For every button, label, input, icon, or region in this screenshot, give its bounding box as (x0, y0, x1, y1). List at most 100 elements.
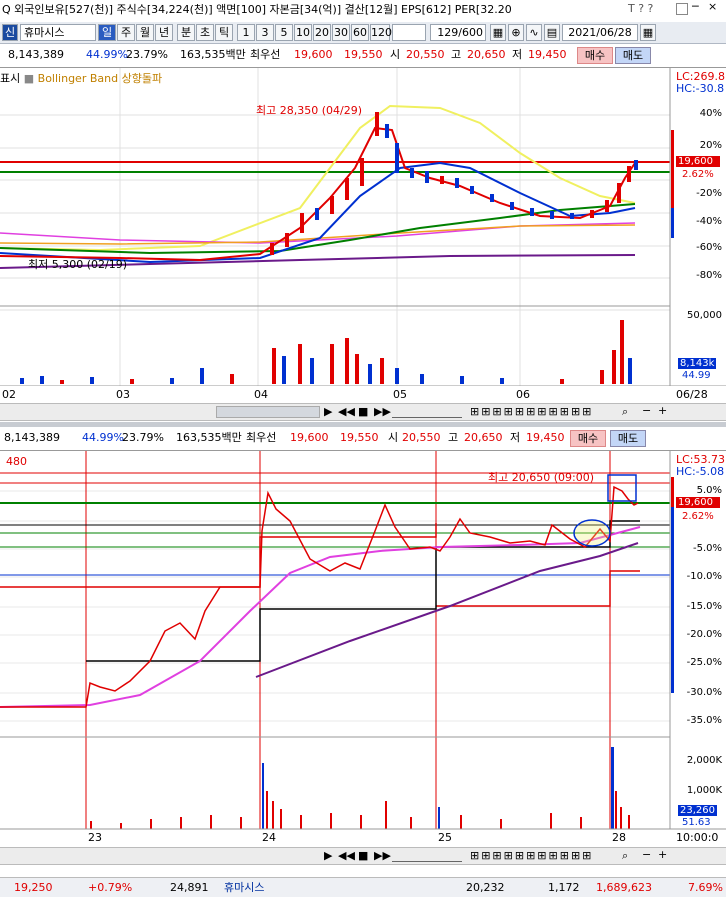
highlight-circle (573, 519, 611, 547)
interval-1[interactable]: 1 (237, 24, 255, 41)
stop-icon[interactable]: ■ (358, 405, 368, 418)
x-tick: 24 (262, 831, 276, 844)
chart-toolbar: 신 휴마시스 일 주 월 년 분 초 틱 1 3 5 10 20 30 60 1… (0, 22, 726, 44)
rewind-icon[interactable]: ◀◀ (338, 849, 355, 862)
low-label: 저 (510, 431, 521, 444)
best-bid: 19,550 (344, 48, 383, 61)
max-price-label: 최고 20,650 (09:00) (488, 471, 595, 484)
x-tick: 06 (516, 388, 530, 401)
rate1: 44.99% (82, 431, 124, 444)
minimize-icon[interactable]: ─ (692, 0, 699, 13)
count-input[interactable]: 129/600 (430, 24, 486, 41)
interval-20[interactable]: 20 (313, 24, 331, 41)
interval-10[interactable]: 10 (294, 24, 312, 41)
play-icon[interactable]: ▶ (324, 405, 332, 418)
search-icon[interactable]: ⌕ (622, 849, 628, 863)
period-month[interactable]: 월 (136, 24, 154, 41)
panel-separator[interactable] (0, 422, 726, 427)
min-price-label: 최저 5,300 (02/19) (28, 258, 128, 271)
top-value-label: 480 (6, 455, 27, 468)
period-day[interactable]: 일 (98, 24, 116, 41)
stock-info-line: Q 외국인보유[527(천)] 주식수[34,224(천)] 액면[100] 자… (0, 0, 726, 20)
y-tick: -10.0% (686, 571, 722, 582)
zoom-slider[interactable] (392, 406, 462, 418)
rate2: 23.79% (122, 431, 164, 444)
volume-pct: 44.99 (682, 370, 711, 381)
play-icon[interactable]: ▶ (324, 849, 332, 862)
interval-30[interactable]: 30 (332, 24, 350, 41)
stock-name-input[interactable]: 휴마시스 (20, 24, 96, 41)
search-icon[interactable]: ⌕ (622, 405, 628, 419)
volume: 8,143,389 (8, 48, 64, 61)
date-input[interactable]: 2021/06/28 (562, 24, 638, 41)
count-value: 129 (437, 26, 459, 39)
forward-icon[interactable]: ▶▶ (374, 849, 391, 862)
session-lines (85, 451, 611, 829)
window-controls: T ? ? ─ × (628, 0, 726, 18)
interval-5[interactable]: 5 (275, 24, 293, 41)
calendar-icon[interactable]: ▦ (640, 24, 656, 41)
rewind-icon[interactable]: ◀◀ (338, 405, 355, 418)
row-volume: 24,891 (170, 881, 209, 894)
period-year[interactable]: 년 (155, 24, 173, 41)
row-price: 19,250 (14, 881, 53, 894)
y-tick: 20% (699, 140, 722, 151)
vol-tick: 2,000K (686, 755, 722, 766)
highlight-box (607, 474, 637, 502)
rate1: 44.99% (86, 48, 128, 61)
period-tick[interactable]: 틱 (215, 24, 233, 41)
zoom-out-icon[interactable]: − (642, 848, 651, 861)
chart-settings-icon[interactable]: ▦ (490, 24, 506, 41)
amount: 163,535백만 (176, 431, 242, 444)
sell-button[interactable]: 매도 (610, 430, 646, 447)
help-icon[interactable]: T ? ? (628, 2, 653, 15)
top-scrollbar[interactable] (216, 406, 320, 418)
buy-button[interactable]: 매수 (577, 47, 613, 64)
mode-indicator[interactable]: 신 (2, 24, 18, 41)
interval-120[interactable]: 120 (370, 24, 392, 41)
interval-3[interactable]: 3 (256, 24, 274, 41)
stop-icon[interactable]: ■ (358, 849, 368, 862)
save-icon[interactable]: ▤ (544, 24, 560, 41)
zoom-in-icon[interactable]: + (658, 848, 667, 861)
period-week[interactable]: 주 (117, 24, 135, 41)
stock-list-row[interactable]: 19,250 +0.79% 24,891 휴마시스 20,232 1,172 1… (0, 877, 726, 897)
current-pct: 2.62% (682, 511, 714, 522)
chart-tools-icon[interactable]: ⊞⊞⊞⊞⊞⊞⊞⊞⊞⊞⊞ (470, 849, 593, 862)
buy-button[interactable]: 매수 (570, 430, 606, 447)
zoom-out-icon[interactable]: − (642, 404, 651, 417)
interval-60[interactable]: 60 (351, 24, 369, 41)
zoom-in-icon[interactable]: + (658, 404, 667, 417)
period-minute[interactable]: 분 (177, 24, 195, 41)
chart-tools-icon[interactable]: ⊞⊞⊞⊞⊞⊞⊞⊞⊞⊞⊞ (470, 405, 593, 418)
open-value: 20,550 (402, 431, 441, 444)
best-bid: 19,550 (340, 431, 379, 444)
sell-button[interactable]: 매도 (615, 47, 651, 64)
count-total: /600 (458, 26, 483, 39)
minute-chart-panel[interactable]: 480 최고 20,650 (09:00) LC:53.73 HC:-5.08 … (0, 450, 726, 846)
ma-magenta (0, 526, 641, 708)
daily-chart-panel[interactable]: 표시 ■ Bollinger Band 상향돌파 최고 28,350 (04/2… (0, 67, 726, 403)
forward-icon[interactable]: ▶▶ (374, 405, 391, 418)
close-icon[interactable]: × (708, 0, 717, 13)
period-second[interactable]: 초 (196, 24, 214, 41)
restore-icon[interactable] (676, 3, 688, 15)
best-ask: 19,600 (290, 431, 329, 444)
custom-interval-input[interactable] (392, 24, 426, 41)
volume-bars (20, 320, 632, 384)
row-v2: 1,172 (548, 881, 580, 894)
x-tick: 28 (612, 831, 626, 844)
indicator-icon[interactable]: ∿ (526, 24, 542, 41)
crosshair-icon[interactable]: ⊕ (508, 24, 524, 41)
max-price-label: 최고 28,350 (04/29) (256, 104, 363, 117)
zoom-slider[interactable] (392, 850, 462, 862)
high-label: 고 (448, 431, 459, 444)
open-value: 20,550 (406, 48, 445, 61)
x-tick: 05 (393, 388, 407, 401)
y-tick: -80% (696, 270, 722, 281)
time-label: 10:00:0 (676, 831, 719, 844)
volume-box: 8,143k (678, 358, 717, 369)
y-tick: 40% (699, 108, 722, 119)
x-tick: 23 (88, 831, 102, 844)
volume: 8,143,389 (4, 431, 60, 444)
